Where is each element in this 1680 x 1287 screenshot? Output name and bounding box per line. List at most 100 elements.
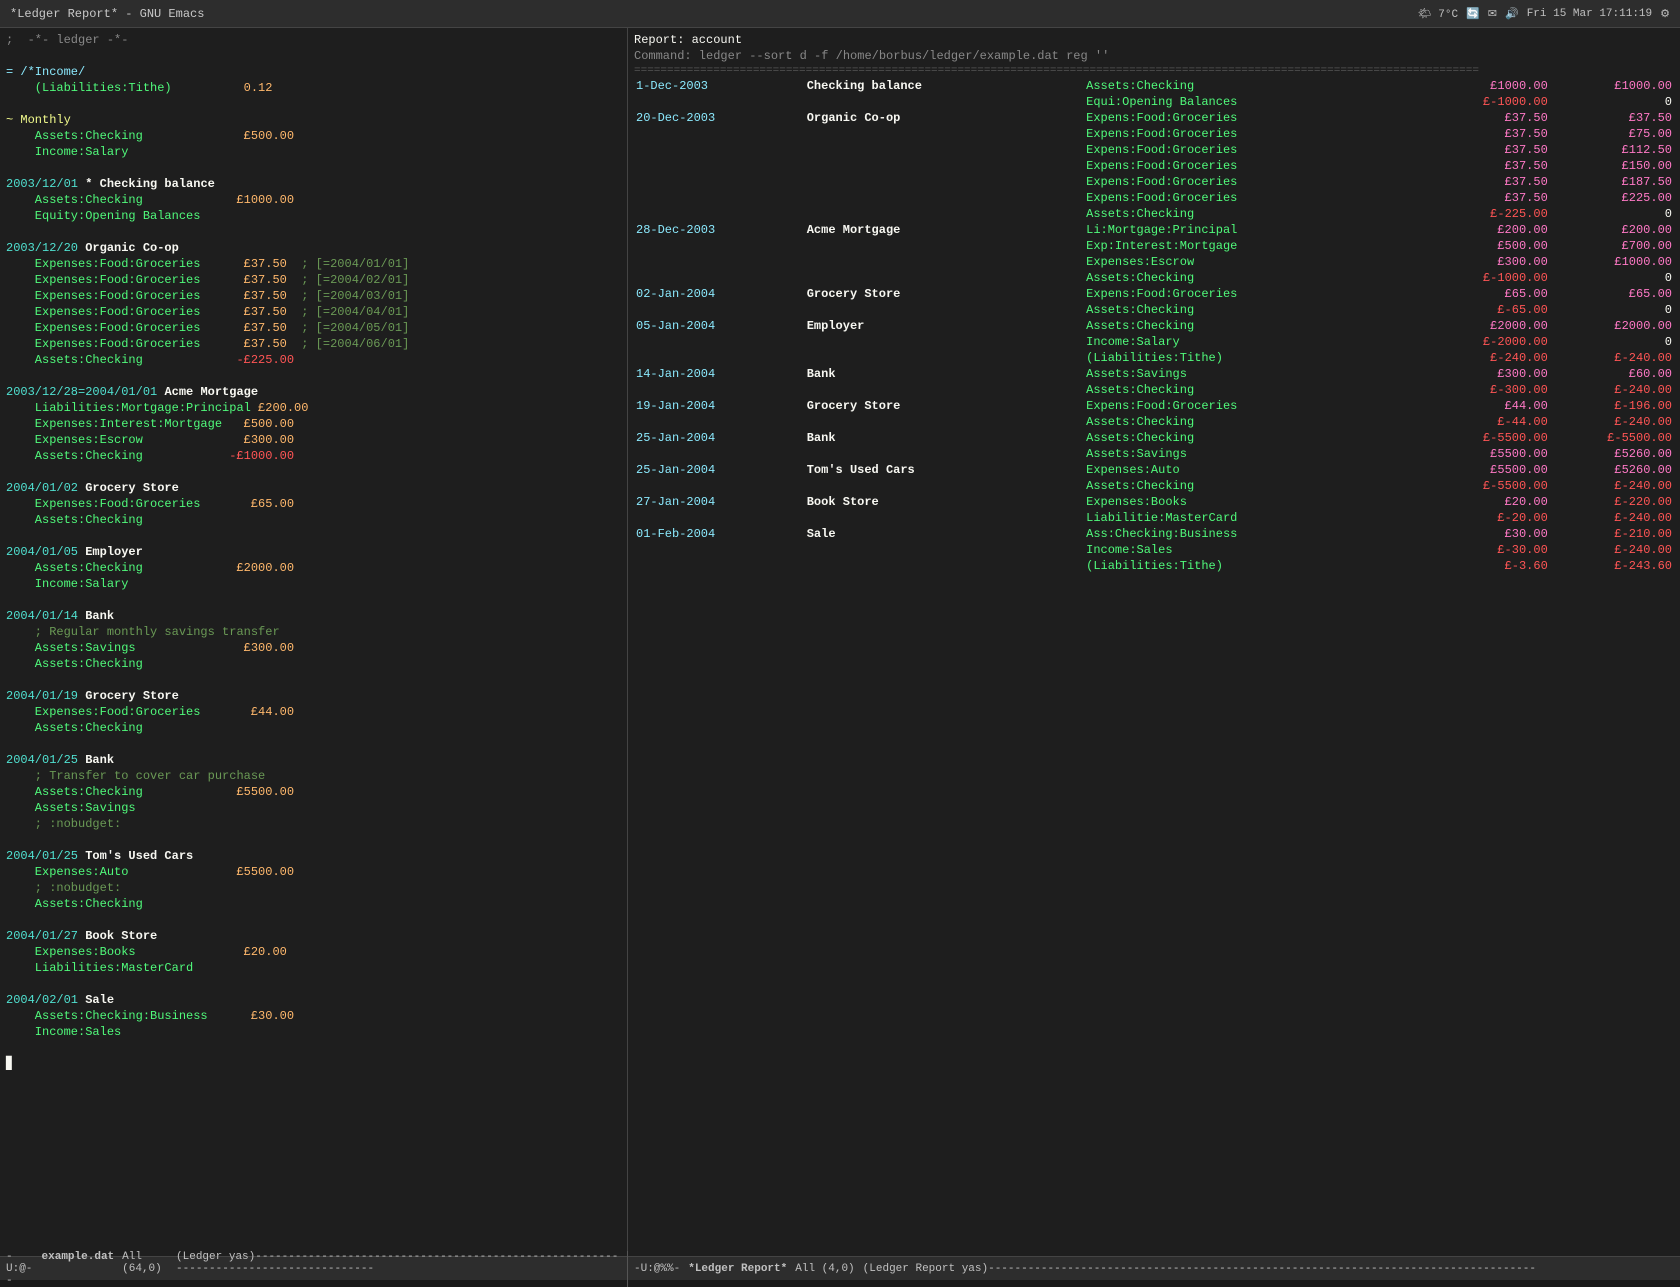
header-comment: ; -*- ledger -*- [6,32,621,48]
report-date [634,94,805,110]
table-row: (Liabilities:Tithe)£-3.60£-243.60 [634,558,1674,574]
statusbar-right-mode: -U:@%%- [634,1263,680,1275]
report-running: 0 [1550,302,1674,318]
report-account: Ass:Checking:Business [1084,526,1425,542]
tx8-nobudget: ; :nobudget: [6,816,621,832]
statusbar-right: -U:@%%- *Ledger Report* All (4,0) (Ledge… [628,1263,1542,1275]
report-account: Assets:Checking [1084,382,1425,398]
tx10-header: 2004/01/27 Book Store [6,928,621,944]
report-date [634,174,805,190]
report-running: £-243.60 [1550,558,1674,574]
report-command: Command: ledger --sort d -f /home/borbus… [634,48,1674,64]
titlebar: *Ledger Report* - GNU Emacs 🌤 7°C 🔄 ✉ 🔊 … [0,0,1680,28]
statusbar-left-info: All (64,0) [122,1251,168,1287]
report-payee [805,478,1084,494]
tx9-e2: Assets:Checking [6,896,621,912]
report-account: Expens:Food:Groceries [1084,126,1425,142]
report-payee: Book Store [805,494,1084,510]
report-payee [805,190,1084,206]
report-running: £-240.00 [1550,542,1674,558]
report-payee: Bank [805,430,1084,446]
report-amount: £-5500.00 [1426,430,1550,446]
report-payee [805,206,1084,222]
report-account: Li:Mortgage:Principal [1084,222,1425,238]
report-amount: £-1000.00 [1426,94,1550,110]
monthly-header: ~ Monthly [6,112,621,128]
blank5 [6,368,621,384]
report-account: Expens:Food:Groceries [1084,286,1425,302]
table-row: 25-Jan-2004BankAssets:Checking£-5500.00£… [634,430,1674,446]
report-date [634,510,805,526]
blank11 [6,832,621,848]
report-payee [805,510,1084,526]
tx4-header: 2004/01/02 Grocery Store [6,480,621,496]
tx8-e1: Assets:Checking £5500.00 [6,784,621,800]
report-amount: £500.00 [1426,238,1550,254]
report-running: £150.00 [1550,158,1674,174]
report-running: £-210.00 [1550,526,1674,542]
blank13 [6,976,621,992]
table-row: Assets:Checking£-1000.000 [634,270,1674,286]
report-amount: £37.50 [1426,158,1550,174]
tx3-header: 2003/12/28=2004/01/01 Acme Mortgage [6,384,621,400]
report-account: (Liabilities:Tithe) [1084,350,1425,366]
report-date [634,446,805,462]
tx1-e2: Equity:Opening Balances [6,208,621,224]
settings-icon[interactable]: ⚙ [1660,7,1670,21]
tx2-e3: Expenses:Food:Groceries £37.50 ; [=2004/… [6,288,621,304]
tx9-e1: Expenses:Auto £5500.00 [6,864,621,880]
report-payee: Grocery Store [805,286,1084,302]
tx2-e5: Expenses:Food:Groceries £37.50 ; [=2004/… [6,320,621,336]
tx3-e4: Assets:Checking -£1000.00 [6,448,621,464]
tx2-e6: Expenses:Food:Groceries £37.50 ; [=2004/… [6,336,621,352]
table-row: Exp:Interest:Mortgage£500.00£700.00 [634,238,1674,254]
report-amount: £-1000.00 [1426,270,1550,286]
tx1-header: 2003/12/01 * Checking balance [6,176,621,192]
tx4-e1: Expenses:Food:Groceries £65.00 [6,496,621,512]
tx8-comment: ; Transfer to cover car purchase [6,768,621,784]
table-row: Assets:Checking£-225.000 [634,206,1674,222]
tx3-e3: Expenses:Escrow £300.00 [6,432,621,448]
report-running: £112.50 [1550,142,1674,158]
statusbar-right-filename: *Ledger Report* [688,1263,787,1275]
blank2 [6,96,621,112]
report-account: Liabilitie:MasterCard [1084,510,1425,526]
report-running: 0 [1550,334,1674,350]
statusbar-right-mode2: (Ledger Report yas)---------------------… [863,1263,1536,1275]
blank7 [6,528,621,544]
tx11-header: 2004/02/01 Sale [6,992,621,1008]
report-payee: Acme Mortgage [805,222,1084,238]
tx6-e1: Assets:Savings £300.00 [6,640,621,656]
statusbar-left-mode: -U:@-- [6,1251,34,1287]
report-amount: £37.50 [1426,174,1550,190]
blank14 [6,1040,621,1056]
report-running: £65.00 [1550,286,1674,302]
report-account: Income:Sales [1084,542,1425,558]
report-date [634,414,805,430]
tx9-nobudget: ; :nobudget: [6,880,621,896]
report-date: 19-Jan-2004 [634,398,805,414]
table-row: 27-Jan-2004Book StoreExpenses:Books£20.0… [634,494,1674,510]
tx8-header: 2004/01/25 Bank [6,752,621,768]
table-row: Assets:Savings£5500.00£5260.00 [634,446,1674,462]
statusbar-left-filename: example.dat [42,1251,115,1287]
left-pane[interactable]: ; -*- ledger -*- = /*Income/ (Liabilitie… [0,28,628,1256]
report-amount: £1000.00 [1426,78,1550,94]
table-row: (Liabilities:Tithe)£-240.00£-240.00 [634,350,1674,366]
table-row: Assets:Checking£-5500.00£-240.00 [634,478,1674,494]
report-running: £-196.00 [1550,398,1674,414]
report-account: Expens:Food:Groceries [1084,142,1425,158]
report-date: 25-Jan-2004 [634,430,805,446]
report-payee [805,270,1084,286]
report-amount: £-30.00 [1426,542,1550,558]
tx1-e1: Assets:Checking £1000.00 [6,192,621,208]
report-running: £225.00 [1550,190,1674,206]
table-row: Liabilitie:MasterCard£-20.00£-240.00 [634,510,1674,526]
tx5-header: 2004/01/05 Employer [6,544,621,560]
report-running: 0 [1550,270,1674,286]
report-amount: £-240.00 [1426,350,1550,366]
report-date [634,206,805,222]
report-payee [805,94,1084,110]
right-pane[interactable]: Report: account Command: ledger --sort d… [628,28,1680,1256]
tx9-header: 2004/01/25 Tom's Used Cars [6,848,621,864]
